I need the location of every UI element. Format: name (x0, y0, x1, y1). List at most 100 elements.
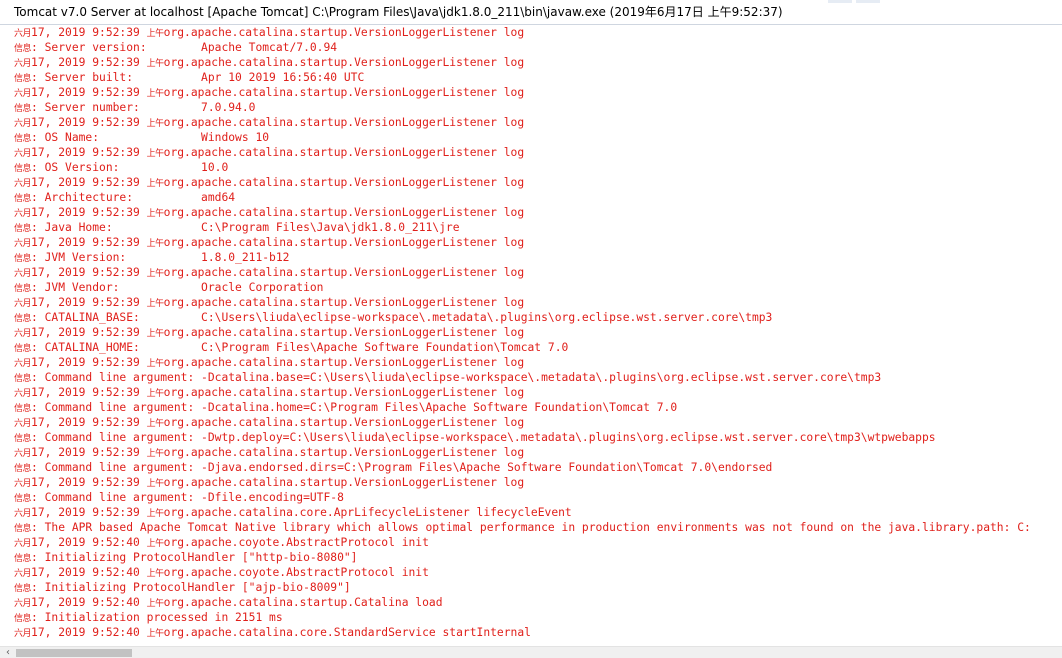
horizontal-scrollbar[interactable]: ‹ (0, 646, 1062, 658)
log-ampm: 上午 (146, 119, 165, 129)
log-line: 六月17, 2019 9:52:39 上午org.apache.catalina… (14, 265, 1062, 280)
log-ampm: 上午 (146, 209, 165, 219)
log-source: org.apache.catalina.startup.VersionLogge… (163, 386, 525, 399)
log-source: org.apache.coyote.AbstractProtocol init (163, 536, 429, 549)
log-source: org.apache.catalina.startup.VersionLogge… (163, 236, 525, 249)
log-text: : JVM Vendor: Oracle Corporation (31, 281, 324, 294)
log-line: 六月17, 2019 9:52:39 上午org.apache.catalina… (14, 325, 1062, 340)
log-ampm: 上午 (146, 149, 165, 159)
log-line: 信息: JVM Vendor: Oracle Corporation (14, 280, 1062, 295)
log-text: 17, 2019 9:52:39 (31, 446, 147, 459)
log-prefix: 信息 (14, 164, 32, 174)
log-text: : CATALINA_BASE: C:\Users\liuda\eclipse-… (31, 311, 773, 324)
log-text: 17, 2019 9:52:39 (31, 236, 147, 249)
log-ampm: 上午 (146, 539, 165, 549)
log-ampm: 上午 (146, 569, 165, 579)
log-prefix: 信息 (14, 314, 32, 324)
log-ampm: 上午 (146, 29, 165, 39)
log-text: : OS Version: 10.0 (31, 161, 229, 174)
log-prefix: 信息 (14, 74, 32, 84)
log-text: : Initializing ProtocolHandler ["ajp-bio… (31, 581, 351, 594)
log-line: 六月17, 2019 9:52:39 上午org.apache.catalina… (14, 445, 1062, 460)
log-prefix: 信息 (14, 614, 32, 624)
log-prefix: 信息 (14, 464, 32, 474)
log-line: 六月17, 2019 9:52:40 上午org.apache.catalina… (14, 625, 1062, 640)
log-prefix: 六月 (14, 359, 32, 369)
log-text: 17, 2019 9:52:39 (31, 356, 147, 369)
log-source: org.apache.catalina.startup.VersionLogge… (163, 416, 525, 429)
log-text: 17, 2019 9:52:39 (31, 296, 147, 309)
log-line: 六月17, 2019 9:52:39 上午org.apache.catalina… (14, 295, 1062, 310)
log-text: 17, 2019 9:52:39 (31, 176, 147, 189)
log-prefix: 信息 (14, 524, 32, 534)
log-prefix: 信息 (14, 104, 32, 114)
log-prefix: 六月 (14, 539, 32, 549)
log-text: : Architecture: amd64 (31, 191, 236, 204)
log-line: 信息: CATALINA_BASE: C:\Users\liuda\eclips… (14, 310, 1062, 325)
console-title-bar: Tomcat v7.0 Server at localhost [Apache … (0, 0, 1062, 25)
log-source: org.apache.catalina.startup.VersionLogge… (163, 296, 525, 309)
toolbar-tab-2[interactable] (856, 0, 880, 3)
log-line: 六月17, 2019 9:52:39 上午org.apache.catalina… (14, 85, 1062, 100)
log-text: 17, 2019 9:52:39 (31, 416, 147, 429)
log-line: 六月17, 2019 9:52:39 上午org.apache.catalina… (14, 25, 1062, 40)
log-text: 17, 2019 9:52:39 (31, 116, 147, 129)
console-title: Tomcat v7.0 Server at localhost [Apache … (14, 5, 783, 19)
log-ampm: 上午 (146, 89, 165, 99)
log-line: 六月17, 2019 9:52:39 上午org.apache.catalina… (14, 115, 1062, 130)
log-line: 信息: Server number: 7.0.94.0 (14, 100, 1062, 115)
scrollbar-thumb[interactable] (16, 649, 132, 657)
log-prefix: 六月 (14, 569, 32, 579)
log-ampm: 上午 (146, 179, 165, 189)
toolbar-tab-1[interactable] (828, 0, 852, 3)
log-text: 17, 2019 9:52:39 (31, 386, 147, 399)
log-prefix: 六月 (14, 119, 32, 129)
log-line: 信息: The APR based Apache Tomcat Native l… (14, 520, 1062, 535)
log-prefix: 信息 (14, 344, 32, 354)
console-window: Tomcat v7.0 Server at localhost [Apache … (0, 0, 1062, 658)
log-prefix: 六月 (14, 29, 32, 39)
log-text: 17, 2019 9:52:40 (31, 536, 147, 549)
log-source: org.apache.catalina.startup.VersionLogge… (163, 326, 525, 339)
log-text: 17, 2019 9:52:39 (31, 26, 147, 39)
log-ampm: 上午 (146, 59, 165, 69)
log-line: 信息: Command line argument: -Dcatalina.ho… (14, 400, 1062, 415)
log-prefix: 六月 (14, 629, 32, 639)
log-prefix: 信息 (14, 374, 32, 384)
log-line: 信息: Initializing ProtocolHandler ["http-… (14, 550, 1062, 565)
log-prefix: 六月 (14, 599, 32, 609)
log-line: 信息: CATALINA_HOME: C:\Program Files\Apac… (14, 340, 1062, 355)
log-line: 信息: Command line argument: -Dwtp.deploy=… (14, 430, 1062, 445)
log-text: : Server built: Apr 10 2019 16:56:40 UTC (31, 71, 365, 84)
log-prefix: 六月 (14, 299, 32, 309)
log-prefix: 六月 (14, 59, 32, 69)
log-source: org.apache.catalina.startup.VersionLogge… (163, 116, 525, 129)
log-line: 六月17, 2019 9:52:39 上午org.apache.catalina… (14, 55, 1062, 70)
log-prefix: 六月 (14, 509, 32, 519)
log-prefix: 六月 (14, 269, 32, 279)
log-prefix: 六月 (14, 389, 32, 399)
log-text: 17, 2019 9:52:39 (31, 476, 147, 489)
log-line: 信息: Command line argument: -Dcatalina.ba… (14, 370, 1062, 385)
log-text: : Command line argument: -Dcatalina.home… (31, 401, 678, 414)
log-prefix: 六月 (14, 209, 32, 219)
log-prefix: 信息 (14, 584, 32, 594)
log-line: 六月17, 2019 9:52:39 上午org.apache.catalina… (14, 175, 1062, 190)
log-line: 六月17, 2019 9:52:39 上午org.apache.catalina… (14, 385, 1062, 400)
log-source: org.apache.catalina.core.StandardService… (163, 626, 531, 639)
log-prefix: 六月 (14, 89, 32, 99)
log-text: 17, 2019 9:52:39 (31, 86, 147, 99)
log-text: 17, 2019 9:52:39 (31, 506, 147, 519)
log-source: org.apache.catalina.startup.VersionLogge… (163, 146, 525, 159)
log-prefix: 六月 (14, 179, 32, 189)
chevron-left-icon[interactable]: ‹ (2, 647, 14, 658)
log-prefix: 信息 (14, 224, 32, 234)
log-prefix: 信息 (14, 404, 32, 414)
log-line: 六月17, 2019 9:52:40 上午org.apache.coyote.A… (14, 565, 1062, 580)
log-text: : Command line argument: -Djava.endorsed… (31, 461, 773, 474)
log-text: 17, 2019 9:52:40 (31, 566, 147, 579)
log-text: : Server number: 7.0.94.0 (31, 101, 256, 114)
log-source: org.apache.catalina.startup.Catalina loa… (163, 596, 443, 609)
console-output[interactable]: 六月17, 2019 9:52:39 上午org.apache.catalina… (14, 25, 1062, 645)
log-source: org.apache.catalina.startup.VersionLogge… (163, 476, 525, 489)
